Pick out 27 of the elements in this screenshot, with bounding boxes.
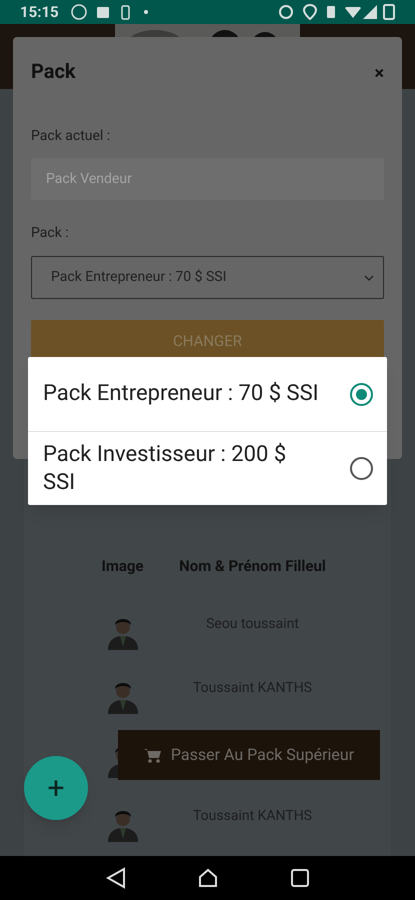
upgrade-pack-button[interactable]: Passer Au Pack Supérieur <box>118 730 380 780</box>
chevron-down-icon <box>364 274 374 281</box>
column-header: Image <box>100 556 145 578</box>
battery-icon <box>120 4 130 20</box>
image-icon <box>96 6 109 18</box>
field-label: Pack actuel : <box>31 127 112 146</box>
pack-select[interactable]: Pack Entrepreneur : 70 $ SSI <box>31 256 384 300</box>
dialog-title: Pack <box>31 58 76 86</box>
overview-icon[interactable] <box>290 868 310 888</box>
radio-button[interactable] <box>350 457 373 480</box>
pack-option[interactable]: Pack Investisseur : 200 $ SSI <box>28 431 387 506</box>
battery-icon <box>383 4 395 20</box>
cart-icon <box>144 748 161 763</box>
radio-button[interactable] <box>350 382 373 406</box>
alarm-icon <box>279 5 293 20</box>
field-label: Pack : <box>31 224 70 244</box>
circle-icon <box>70 4 87 20</box>
home-icon[interactable] <box>196 866 218 889</box>
location-icon <box>303 4 317 20</box>
vibrate-icon <box>327 6 335 18</box>
close-button[interactable]: × <box>374 60 384 87</box>
back-icon[interactable] <box>106 866 126 889</box>
clock: 15:15 <box>20 2 59 23</box>
wifi-icon <box>345 6 361 18</box>
column-header: Nom & Prénom Filleul <box>178 556 327 578</box>
dot-icon <box>144 10 148 14</box>
signal-icon <box>363 5 377 20</box>
